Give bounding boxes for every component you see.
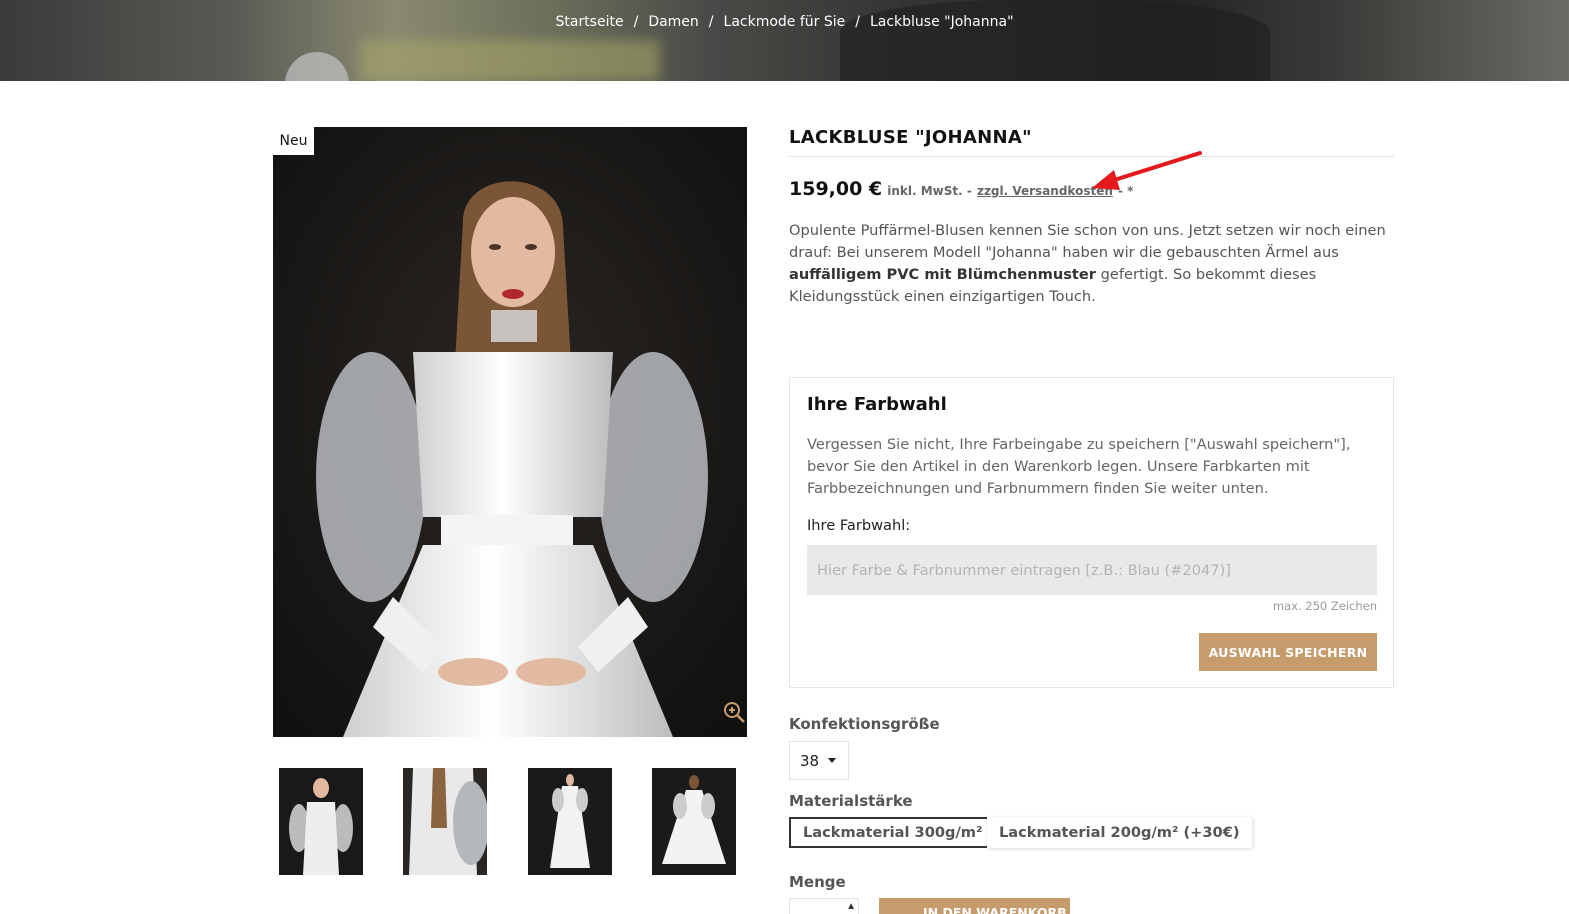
breadcrumb-current: Lackbluse "Johanna" — [869, 14, 1014, 30]
breadcrumb-damen[interactable]: Damen — [648, 14, 698, 30]
material-option-300[interactable]: Lackmaterial 300g/m² — [789, 817, 997, 848]
tax-note: inkl. MwSt. - — [887, 184, 972, 198]
thumbnail-image — [403, 768, 487, 875]
product-description: Opulente Puffärmel-Blusen kennen Sie sch… — [789, 220, 1394, 308]
size-value: 38 — [800, 751, 820, 770]
hero-banner: Startseite / Damen / Lackmode für Sie / Lackbl… — [0, 0, 1569, 81]
product-main-image[interactable] — [273, 127, 747, 737]
breadcrumb-separator: / — [633, 14, 639, 30]
thumbnail-image — [652, 768, 736, 875]
color-choice-panel: Ihre Farbwahl Vergessen Sie nicht, Ihre … — [789, 377, 1394, 688]
material-label: Materialstärke — [789, 792, 913, 810]
thumbnail-image — [528, 768, 612, 875]
chevron-up-icon[interactable]: ▲ — [846, 901, 856, 912]
material-option-200[interactable]: Lackmaterial 200g/m² (+30€) — [987, 817, 1252, 848]
color-choice-heading: Ihre Farbwahl — [807, 394, 947, 415]
breadcrumb: Startseite / Damen / Lackmode für Sie / Lackbl… — [0, 14, 1569, 30]
thumbnail-1[interactable] — [279, 768, 363, 875]
quantity-label: Menge — [789, 873, 846, 891]
annotation-arrow-icon — [1092, 151, 1202, 190]
thumbnail-2[interactable] — [403, 768, 487, 875]
zoom-in-icon[interactable] — [722, 700, 746, 724]
color-choice-hint: Vergessen Sie nicht, Ihre Farbeingabe zu… — [807, 436, 1351, 497]
hero-image-background — [360, 40, 660, 81]
hero-image-detail — [285, 52, 349, 81]
description-text: Opulente Puffärmel-Blusen kennen Sie sch… — [789, 222, 1386, 261]
color-field-label: Ihre Farbwahl: — [807, 517, 911, 534]
thumbnail-image — [279, 768, 363, 875]
cart-button-label: IN DEN WARENKORB — [923, 905, 1067, 914]
add-to-cart-button[interactable]: IN DEN WARENKORB — [879, 898, 1070, 914]
breadcrumb-lackmode[interactable]: Lackmode für Sie — [724, 14, 846, 30]
caret-down-icon — [828, 758, 837, 763]
description-highlight: auffälligem PVC mit Blümchenmuster — [789, 266, 1096, 283]
breadcrumb-separator: / — [708, 14, 714, 30]
hero-image-figure — [840, 0, 1270, 81]
thumbnail-3[interactable] — [528, 768, 612, 875]
max-chars-note: max. 250 Zeichen — [1272, 599, 1377, 613]
size-select[interactable]: 38 — [789, 741, 849, 780]
product-photo — [273, 127, 747, 737]
product-price: 159,00 € — [789, 178, 883, 200]
quantity-stepper[interactable]: ▲ — [789, 898, 859, 914]
thumbnail-4[interactable] — [652, 768, 736, 875]
breadcrumb-separator: / — [855, 14, 860, 30]
breadcrumb-home[interactable]: Startseite — [555, 14, 623, 30]
save-selection-button[interactable]: AUSWAHL SPEICHERN — [1199, 633, 1377, 671]
product-title: LACKBLUSE "JOHANNA" — [789, 127, 1032, 148]
new-badge: Neu — [273, 127, 314, 155]
price-line: 159,00 € inkl. MwSt. - zzgl. Versandkost… — [789, 178, 1133, 200]
color-input[interactable] — [807, 545, 1377, 595]
size-label: Konfektionsgröße — [789, 715, 940, 733]
